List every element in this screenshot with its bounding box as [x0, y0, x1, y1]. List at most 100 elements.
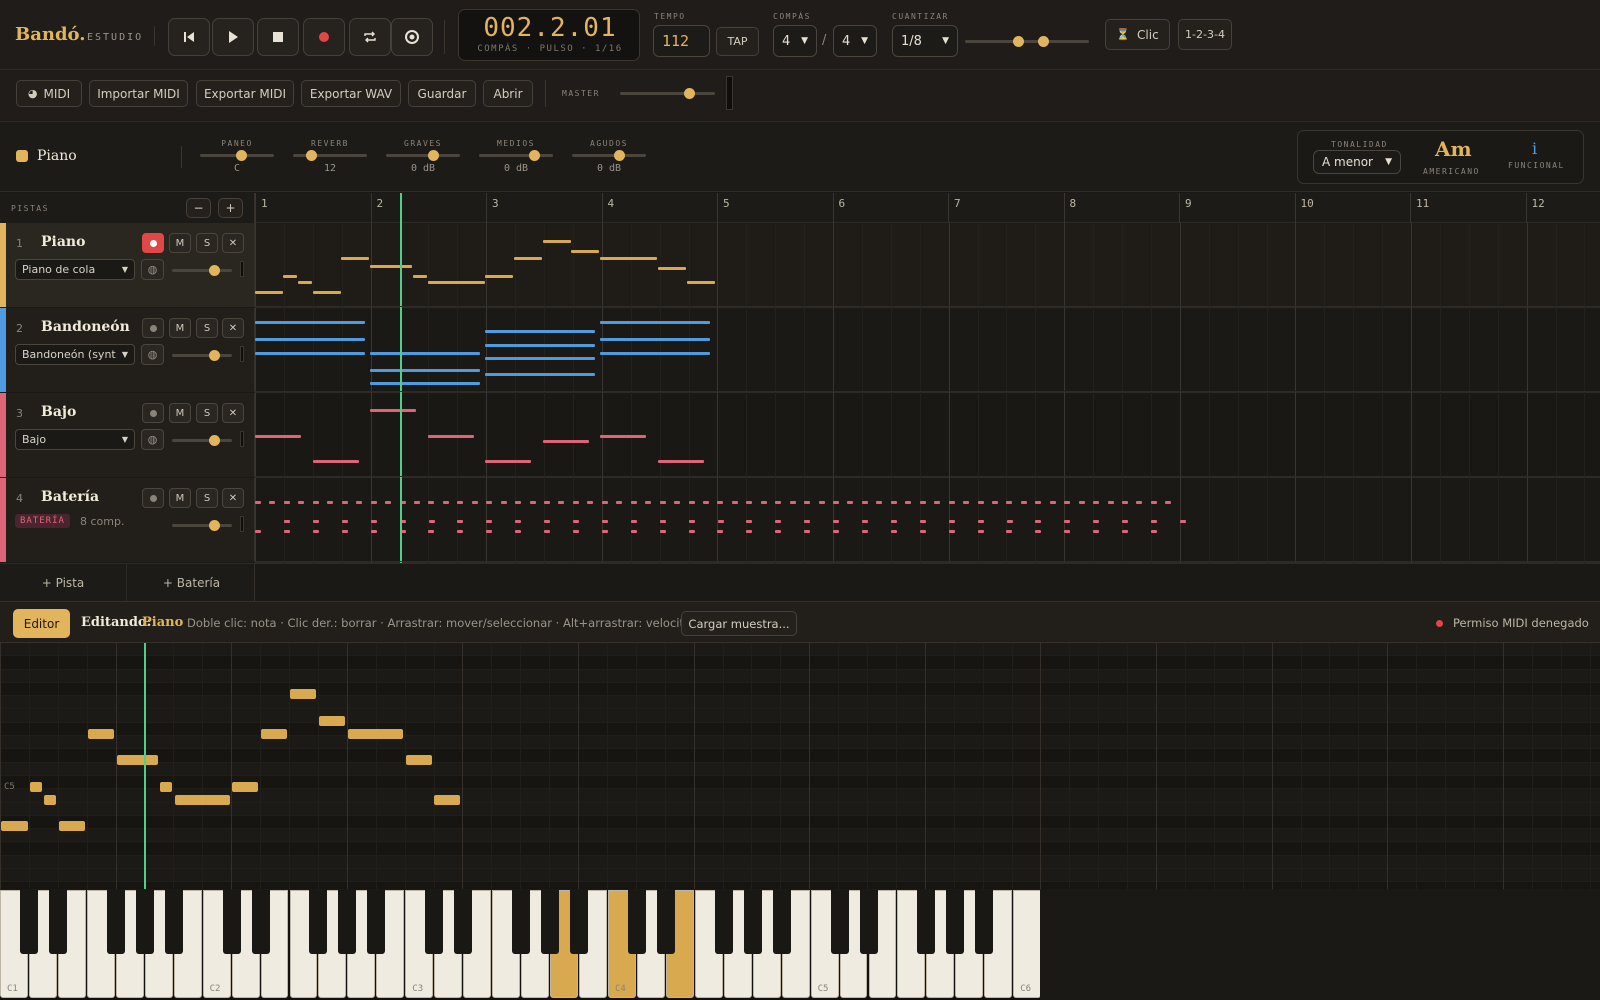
piano-roll-note[interactable]	[290, 689, 316, 699]
piano-black-key[interactable]	[772, 890, 791, 954]
piano-roll-note[interactable]	[88, 729, 114, 739]
channel-knob-slider[interactable]	[479, 150, 553, 161]
range-knob-low[interactable]	[1013, 36, 1024, 47]
solo-button[interactable]: S	[196, 403, 218, 423]
piano-black-key[interactable]	[570, 890, 588, 954]
piano-black-key[interactable]	[830, 890, 849, 954]
mute-button[interactable]: M	[169, 488, 191, 508]
mute-button[interactable]: M	[169, 233, 191, 253]
editor-tab[interactable]: Editor	[13, 609, 70, 638]
count-in-button[interactable]: 1-2-3-4	[1178, 19, 1232, 50]
tap-tempo-button[interactable]: TAP	[716, 27, 759, 56]
channel-knob-slider[interactable]	[386, 150, 460, 161]
instrument-select[interactable]: Bandoneón (synt ▼	[15, 344, 135, 365]
track-volume-slider[interactable]	[172, 265, 232, 276]
piano-white-key[interactable]: C6	[1013, 890, 1042, 998]
piano-roll-note[interactable]	[175, 795, 230, 805]
mute-button[interactable]: M	[169, 318, 191, 338]
rewind-button[interactable]	[168, 18, 210, 56]
piano-black-key[interactable]	[946, 890, 965, 954]
instrument-select[interactable]: Bajo ▼	[15, 429, 135, 450]
loop-button[interactable]	[349, 18, 391, 56]
playhead[interactable]	[144, 643, 146, 889]
piano-black-key[interactable]	[309, 890, 328, 954]
delete-track-button[interactable]: ✕	[222, 488, 244, 508]
piano-keyboard[interactable]: C1 C2 C3 C4 C5 C6	[0, 890, 1042, 1000]
settings-knob[interactable]: ◍	[141, 259, 164, 280]
piano-black-key[interactable]	[164, 890, 183, 954]
volume-knob[interactable]	[209, 265, 220, 276]
delete-track-button[interactable]: ✕	[222, 403, 244, 423]
delete-track-button[interactable]: ✕	[222, 233, 244, 253]
volume-knob[interactable]	[209, 435, 220, 446]
piano-black-key[interactable]	[338, 890, 357, 954]
channel-knob-handle[interactable]	[306, 150, 317, 161]
quantize-select[interactable]: 1/8 ▼	[892, 25, 958, 57]
track-header[interactable]: 3 Bajo M S ✕ Bajo ▼ ◍	[0, 393, 255, 477]
piano-roll-note[interactable]	[261, 729, 287, 739]
piano-roll-note[interactable]	[348, 729, 403, 739]
piano-black-key[interactable]	[656, 890, 675, 954]
settings-knob[interactable]: ◍	[141, 344, 164, 365]
piano-black-key[interactable]	[222, 890, 241, 954]
key-select[interactable]: A menor ▼	[1313, 150, 1401, 174]
solo-button[interactable]: S	[196, 318, 218, 338]
import-midi-button[interactable]: Importar MIDI	[89, 80, 188, 107]
channel-knob-slider[interactable]	[293, 150, 367, 161]
channel-knob-handle[interactable]	[614, 150, 625, 161]
piano-roll-grid[interactable]	[0, 643, 1600, 889]
piano-black-key[interactable]	[512, 890, 531, 954]
instrument-select[interactable]: Piano de cola ▼	[15, 259, 135, 280]
delete-track-button[interactable]: ✕	[222, 318, 244, 338]
mute-button[interactable]: M	[169, 403, 191, 423]
piano-black-key[interactable]	[859, 890, 878, 954]
load-sample-button[interactable]: Cargar muestra...	[681, 611, 797, 636]
piano-black-key[interactable]	[627, 890, 646, 954]
piano-black-key[interactable]	[917, 890, 936, 954]
volume-knob[interactable]	[209, 520, 220, 531]
piano-roll-note[interactable]	[44, 795, 56, 805]
piano-roll-note[interactable]	[1, 821, 28, 831]
piano-black-key[interactable]	[425, 890, 444, 954]
record-arm-button[interactable]	[142, 403, 164, 423]
channel-knob-handle[interactable]	[236, 150, 247, 161]
track-volume-slider[interactable]	[172, 350, 232, 361]
track-volume-slider[interactable]	[172, 435, 232, 446]
piano-roll-note[interactable]	[319, 716, 345, 726]
solo-button[interactable]: S	[196, 488, 218, 508]
piano-roll-note[interactable]	[59, 821, 85, 831]
settings-knob[interactable]: ◍	[141, 429, 164, 450]
track-header[interactable]: 4 Batería M S ✕ BATERÍA 8 comp.	[0, 478, 255, 562]
volume-knob[interactable]	[209, 350, 220, 361]
play-button[interactable]	[212, 18, 254, 56]
solo-button[interactable]: S	[196, 233, 218, 253]
click-button[interactable]: ⏳ Clic	[1105, 19, 1170, 50]
record-button[interactable]	[303, 18, 345, 56]
save-button[interactable]: Guardar	[408, 80, 476, 107]
record-arm-button[interactable]	[142, 318, 164, 338]
open-button[interactable]: Abrir	[483, 80, 533, 107]
metronome-toggle-button[interactable]	[391, 18, 433, 56]
export-wav-button[interactable]: Exportar WAV	[301, 80, 401, 107]
channel-knob-handle[interactable]	[529, 150, 540, 161]
piano-roll-note[interactable]	[160, 782, 172, 792]
piano-roll-note[interactable]	[117, 755, 158, 765]
piano-roll-note[interactable]	[30, 782, 42, 792]
zoom-out-button[interactable]: −	[186, 198, 211, 218]
piano-roll-note[interactable]	[406, 755, 432, 765]
piano-black-key[interactable]	[106, 890, 125, 954]
record-arm-button[interactable]	[142, 233, 164, 253]
zoom-in-button[interactable]: +	[218, 198, 243, 218]
swing-range-slider[interactable]	[965, 36, 1089, 47]
piano-black-key[interactable]	[541, 890, 560, 954]
piano-roll-note[interactable]	[232, 782, 258, 792]
piano-black-key[interactable]	[48, 890, 67, 954]
export-midi-button[interactable]: Exportar MIDI	[196, 80, 294, 107]
piano-black-key[interactable]	[251, 890, 270, 954]
midi-device-button[interactable]: ◕ MIDI	[16, 80, 82, 107]
master-volume-knob[interactable]	[684, 88, 695, 99]
piano-black-key[interactable]	[367, 890, 386, 954]
channel-knob-handle[interactable]	[428, 150, 439, 161]
stop-button[interactable]	[257, 18, 299, 56]
add-track-button[interactable]: + Pista	[0, 564, 127, 602]
